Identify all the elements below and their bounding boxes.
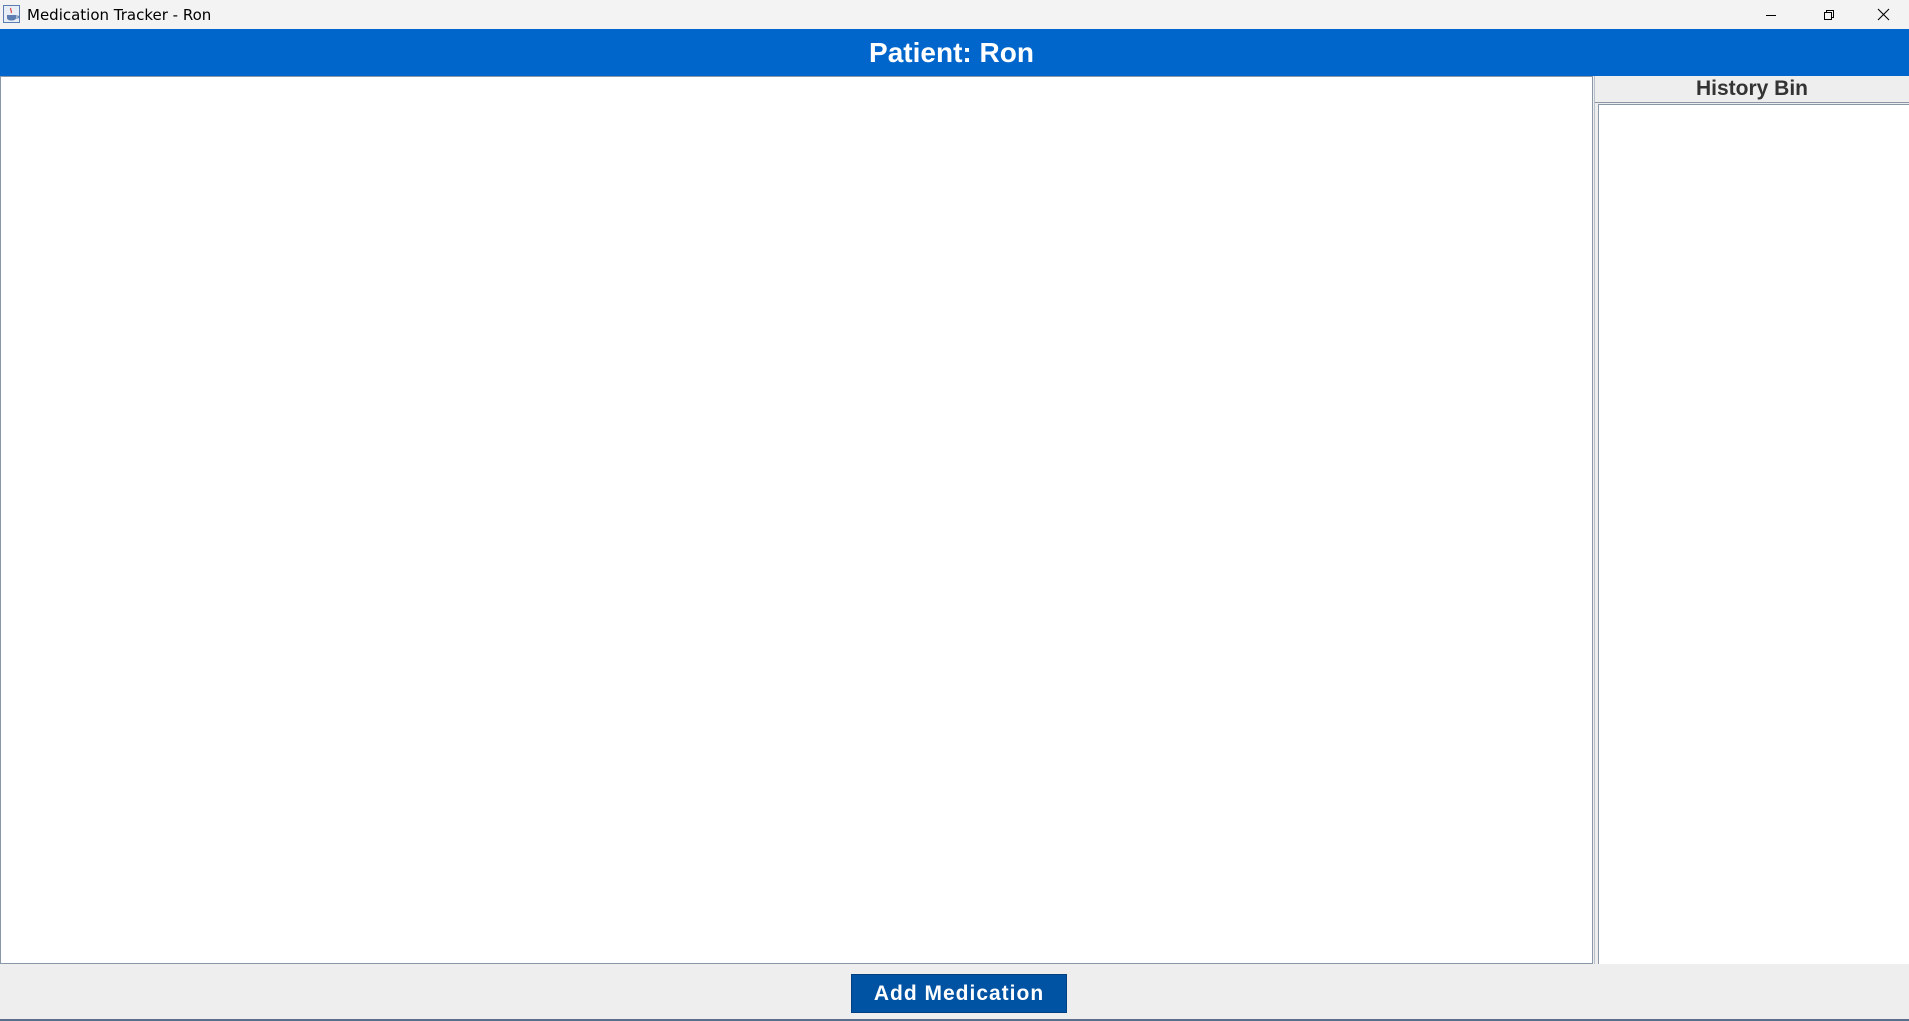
add-medication-button[interactable]: Add Medication	[851, 974, 1067, 1013]
restore-button[interactable]	[1800, 0, 1858, 29]
minimize-button[interactable]	[1742, 0, 1800, 29]
window-title: Medication Tracker - Ron	[27, 6, 212, 24]
medication-list-pane[interactable]	[0, 76, 1593, 964]
history-bin-panel: History Bin	[1594, 76, 1909, 964]
history-bin-title: History Bin	[1595, 76, 1909, 103]
patient-header: Patient: Ron	[0, 29, 1909, 76]
app-window: Medication Tracker - Ron Patient: Ron Hi…	[0, 0, 1909, 1021]
close-icon	[1877, 8, 1890, 21]
title-bar[interactable]: Medication Tracker - Ron	[0, 0, 1909, 29]
restore-icon	[1823, 9, 1835, 21]
footer-bar: Add Medication	[0, 964, 1909, 1021]
history-bin-list[interactable]	[1598, 104, 1909, 964]
close-button[interactable]	[1858, 0, 1909, 29]
java-app-icon	[3, 5, 20, 23]
patient-title: Patient: Ron	[869, 36, 1034, 68]
minimize-icon	[1765, 9, 1777, 21]
